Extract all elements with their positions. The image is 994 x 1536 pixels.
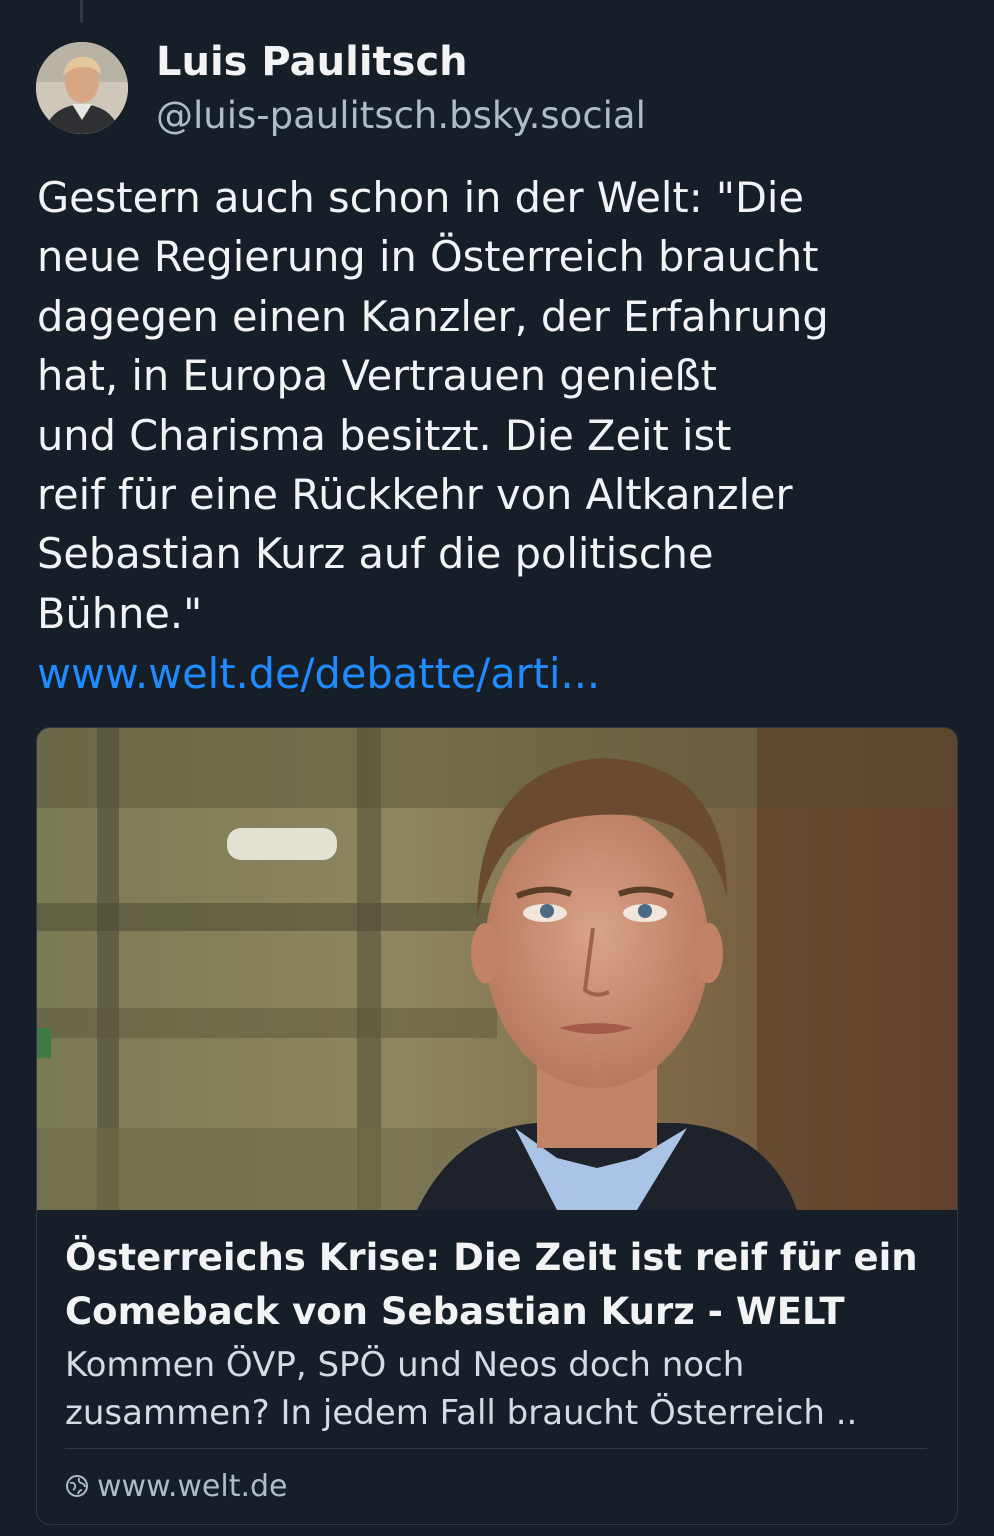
link-preview-domain: www.welt.de — [97, 1468, 288, 1504]
post-text-line: hat, in Europa Vertrauen genießt — [37, 351, 717, 401]
post-text-line: reif für eine Rückkehr von Altkanzler — [37, 470, 793, 520]
post-text: Gestern auch schon in der Welt: "Die neu… — [37, 168, 962, 643]
post-text-line: neue Regierung in Österreich braucht — [37, 232, 819, 282]
author-handle[interactable]: @luis-paulitsch.bsky.social — [156, 92, 646, 140]
link-preview-description-line: zusammen? In jedem Fall braucht Österrei… — [65, 1393, 858, 1433]
post-text-line: und Charisma besitzt. Die Zeit ist — [37, 410, 732, 460]
link-preview-title-line: Österreichs Krise: Die Zeit ist reif für… — [65, 1236, 918, 1279]
globe-icon — [66, 1475, 88, 1497]
post-text-line: dagegen einen Kanzler, der Erfahrung — [37, 291, 829, 341]
post-text-line: Bühne." — [37, 588, 203, 638]
post-link[interactable]: www.welt.de/debatte/arti... — [37, 644, 600, 703]
post-text-line: Sebastian Kurz auf die politische — [37, 529, 714, 579]
link-preview-title[interactable]: Österreichs Krise: Die Zeit ist reif für… — [65, 1231, 935, 1339]
link-preview-divider — [65, 1448, 927, 1449]
link-preview-image[interactable] — [37, 728, 957, 1210]
link-preview-title-line: Comeback von Sebastian Kurz - WELT — [65, 1290, 845, 1333]
link-preview-source: www.welt.de — [65, 1464, 288, 1508]
link-preview-description: Kommen ÖVP, SPÖ und Neos doch noch zusam… — [65, 1341, 935, 1437]
thread-connector-line — [80, 0, 83, 22]
post-text-line: Gestern auch schon in der Welt: "Die — [37, 173, 804, 222]
link-preview-description-line: Kommen ÖVP, SPÖ und Neos doch noch — [65, 1345, 745, 1385]
link-preview-card[interactable]: Österreichs Krise: Die Zeit ist reif für… — [36, 727, 958, 1525]
author-display-name[interactable]: Luis Paulitsch — [156, 36, 468, 88]
author-avatar[interactable] — [36, 42, 128, 134]
